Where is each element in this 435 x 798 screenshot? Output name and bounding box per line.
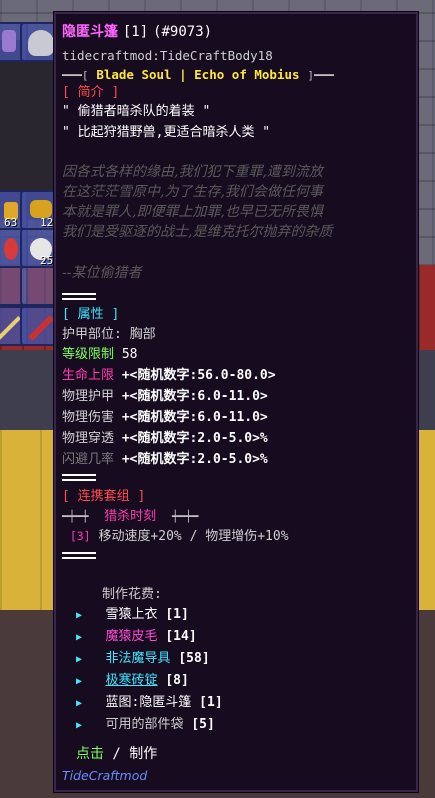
set-bonus-row: [3] 移动速度+20% / 物理增伤+10% (62, 528, 289, 545)
sword-item-icon (0, 315, 22, 341)
item-title: 隐匿斗篷 [1] (#9073) (62, 24, 212, 41)
stat-row: 生命上限 +<随机数字:56.0-80.0> (62, 367, 276, 384)
craft-material: ▶ 魔猿皮毛 [14] (76, 628, 197, 646)
bullet-icon: ▶ (76, 720, 83, 731)
attributes-header: [ 属性 ] (62, 307, 120, 322)
item-quantity: [1] (122, 24, 149, 40)
material-name: 非法魔导具 (105, 651, 171, 666)
armor-slot-row: 护甲部位: 胸部 (62, 326, 156, 343)
craft-cost-label: 制作花费: (102, 587, 162, 602)
lore-line: 本就是罪人,即便罪上加罪,也早已无所畏惧 (62, 204, 323, 220)
stat-value: +<随机数字:2.0-5.0>% (121, 452, 268, 467)
craft-material: ▶ 蓝图:隐匿斗篷 [1] (76, 694, 223, 712)
stat-value: +<随机数字:6.0-11.0> (121, 389, 268, 404)
armor-slot-value: 胸部 (129, 327, 156, 342)
stat-row: 物理伤害 +<随机数字:6.0-11.0> (62, 409, 268, 426)
banner-deco-right: ]━━━ (307, 69, 334, 82)
material-name: 雪猿上衣 (105, 607, 158, 622)
set-header: [ 连携套组 ] (62, 489, 146, 504)
stat-row: 物理护甲 +<随机数字:6.0-11.0> (62, 388, 268, 405)
armor-slot-label: 护甲部位: (62, 327, 122, 342)
stat-row: 物理穿透 +<随机数字:2.0-5.0>% (62, 430, 268, 447)
craft-material: ▶ 可用的部件袋 [5] (76, 716, 215, 734)
bullet-icon: ▶ (76, 676, 83, 687)
set-deco-right: ┿━┿━ (171, 510, 199, 523)
stat-label: 生命上限 (62, 368, 115, 383)
section-divider (62, 557, 96, 559)
mod-source-label: TideCraftmod (62, 768, 148, 783)
stat-label: 物理护甲 (62, 389, 115, 404)
stat-value: +<随机数字:2.0-5.0>% (121, 431, 268, 446)
soul-banner: ━━━[ Blade Soul | Echo of Mobius ]━━━ (62, 66, 334, 84)
lore-line: 我们是受驱逐的战士,是维克托尔抛弃的杂质 (62, 224, 333, 240)
stat-label: 物理伤害 (62, 410, 115, 425)
craft-button[interactable]: 制作 (129, 746, 157, 762)
material-name: 魔猿皮毛 (105, 629, 158, 644)
section-divider (62, 474, 96, 476)
set-name: 猎杀时刻 (104, 509, 157, 524)
bullet-icon: ▶ (76, 654, 83, 665)
set-bonus-count: [3] (69, 529, 91, 543)
intro-quote-1: " 偷猎者暗杀队的着装 " (62, 104, 211, 119)
set-name-row: ━┿━┿ 猎杀时刻 ┿━┿━ (62, 508, 198, 525)
material-qty: [5] (191, 717, 215, 732)
red-gem-icon (4, 238, 18, 260)
set-bonus-text: 移动速度+20% / 物理增伤+10% (98, 529, 289, 544)
craft-material: ▶ 非法魔导具 [58] (76, 650, 210, 668)
red-blade-item-icon (28, 315, 54, 341)
bullet-icon: ▶ (76, 632, 83, 643)
lore-line: 在这茫茫雪原中,为了生存,我们会做任何事 (62, 184, 323, 200)
craft-action[interactable]: 点击 / 制作 (76, 746, 157, 763)
craft-material: ▶ 雪猿上衣 [1] (76, 606, 189, 624)
stat-value: +<随机数字:6.0-11.0> (121, 410, 268, 425)
bullet-icon: ▶ (76, 698, 83, 709)
item-tooltip: 隐匿斗篷 [1] (#9073) tidecraftmod:TideCraftB… (54, 12, 418, 792)
stat-row: 闪避几率 +<随机数字:2.0-5.0>% (62, 451, 268, 468)
section-divider (62, 479, 96, 481)
section-divider (62, 298, 96, 300)
bullet-icon: ▶ (76, 610, 83, 621)
click-hint[interactable]: 点击 (76, 746, 104, 762)
material-qty: [1] (165, 607, 189, 622)
craft-material: ▶ 极寒砖锭 [8] (76, 672, 189, 690)
helmet-item-icon (28, 30, 54, 56)
action-separator: / (104, 746, 130, 762)
material-name: 极寒砖锭 (105, 673, 158, 688)
level-requirement-row: 等级限制 58 (62, 346, 138, 363)
material-qty: [14] (165, 629, 197, 644)
item-id: (#9073) (153, 24, 213, 40)
banner-deco-left: ━━━[ (62, 69, 89, 82)
intro-header: [ 简介 ] (62, 85, 120, 100)
section-divider (62, 293, 96, 295)
soul-banner-text: Blade Soul | Echo of Mobius (96, 67, 300, 82)
material-qty: [58] (178, 651, 210, 666)
item-internal-name: tidecraftmod:TideCraftBody18 (62, 48, 273, 63)
lore-signature: --某位偷猎者 (62, 265, 142, 281)
level-label: 等级限制 (62, 347, 115, 362)
intro-quote-2: " 比起狩猎野兽,更适合暗杀人类 " (62, 125, 271, 140)
stat-label: 闪避几率 (62, 452, 115, 467)
stat-label: 物理穿透 (62, 431, 115, 446)
stat-value: +<随机数字:56.0-80.0> (121, 368, 276, 383)
armor-item-icon (2, 30, 16, 52)
level-value: 58 (121, 347, 138, 362)
set-deco-left: ━┿━┿ (62, 510, 89, 523)
material-name: 蓝图:隐匿斗篷 (105, 695, 192, 710)
material-qty: [8] (165, 673, 189, 688)
lore-line: 因各式各样的缘由,我们犯下重罪,遭到流放 (62, 164, 323, 180)
section-divider (62, 552, 96, 554)
material-qty: [1] (199, 695, 223, 710)
item-name: 隐匿斗篷 (62, 24, 118, 40)
material-name: 可用的部件袋 (105, 717, 184, 732)
